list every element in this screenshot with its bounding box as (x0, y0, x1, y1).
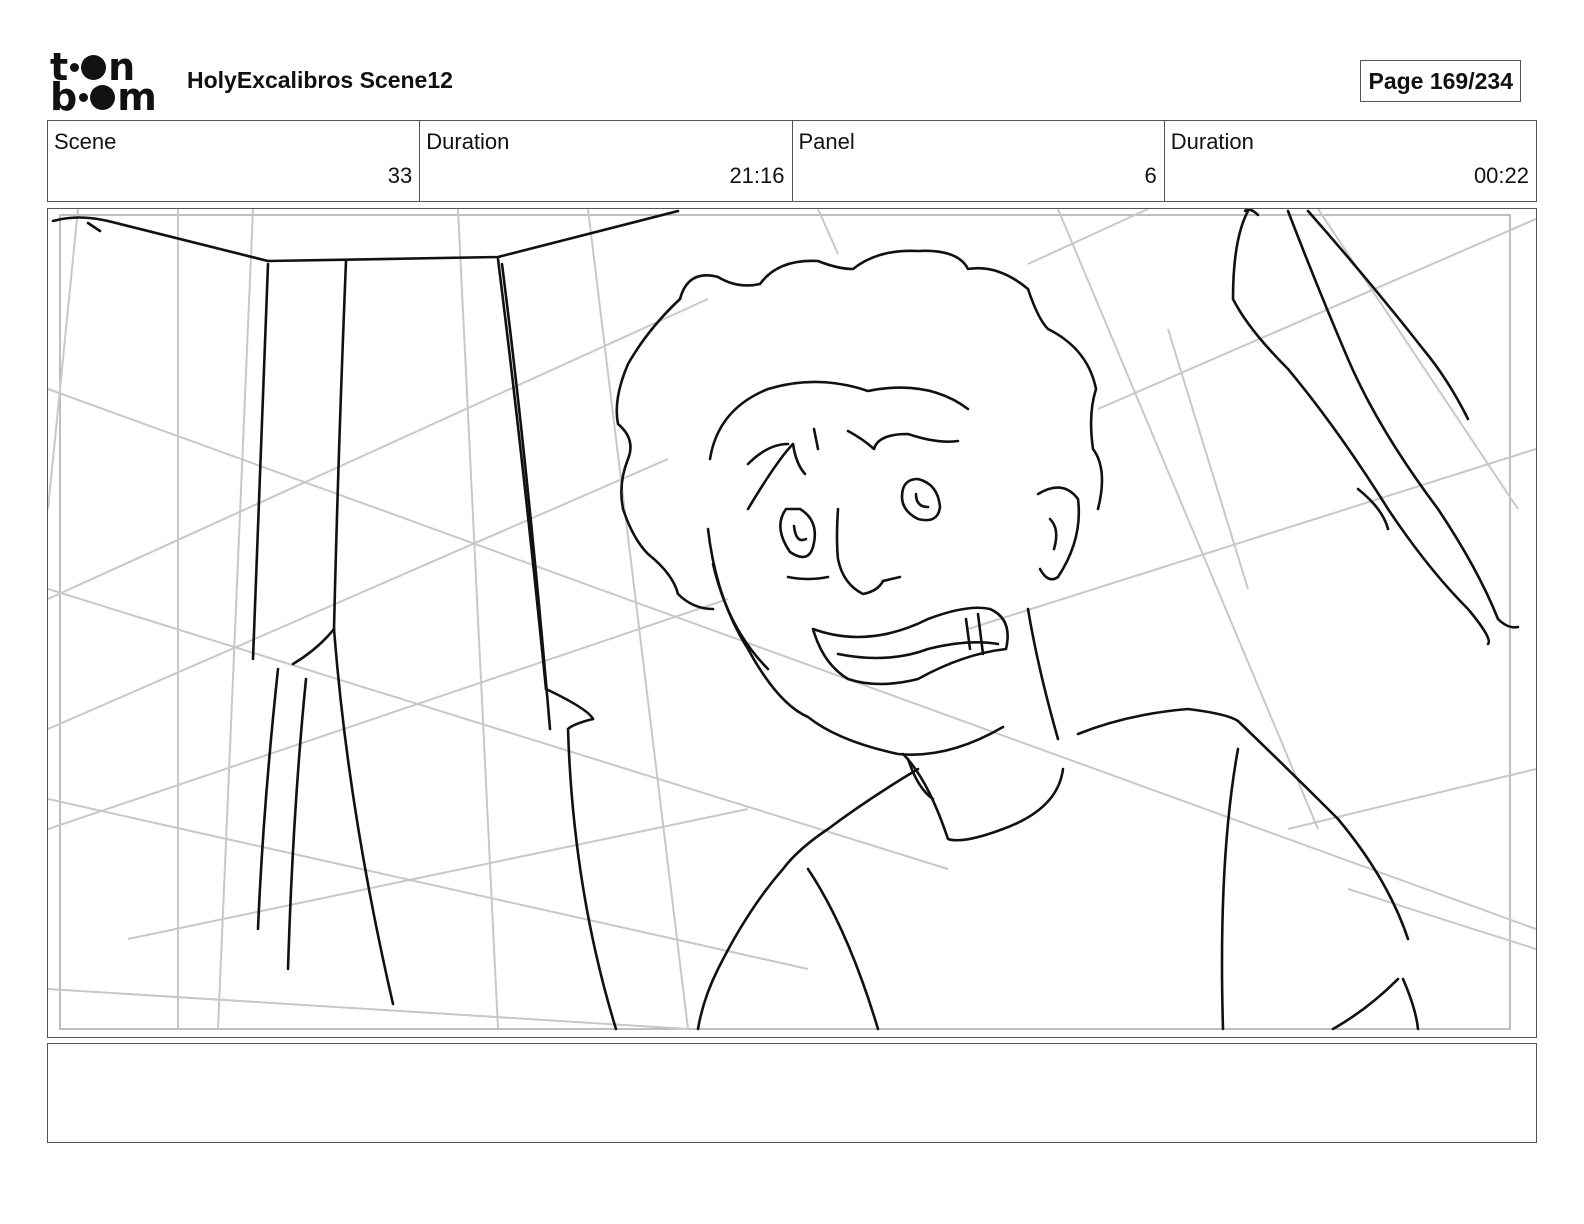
logo-dot-small (79, 92, 89, 102)
panel-cell: Panel 6 (793, 121, 1165, 201)
panel-notes (47, 1043, 1537, 1143)
panel-label: Panel (798, 129, 855, 154)
character-drawing (51, 209, 1520, 1031)
perspective-guides (48, 209, 1536, 1030)
scene-cell: Scene 33 (48, 121, 421, 201)
document-title: HolyExcalibros Scene12 (187, 67, 453, 93)
panel-value: 6 (1144, 163, 1157, 188)
logo-dot-small (70, 62, 80, 72)
scene-value: 33 (387, 163, 413, 188)
panel-duration-cell: Duration 00:22 (1165, 121, 1536, 201)
storyboard-sketch (48, 209, 1536, 1031)
page-indicator: Page 169/234 (1360, 60, 1521, 102)
storyboard-panel (47, 208, 1537, 1038)
logo-dot-large (81, 54, 107, 80)
scene-duration-label: Duration (426, 129, 510, 154)
panel-duration-label: Duration (1170, 129, 1254, 154)
scene-duration-cell: Duration 21:16 (420, 121, 793, 201)
logo-letter-b: b (50, 75, 78, 119)
logo-letter-m: m (117, 75, 157, 119)
toonboom-logo: t n b m (50, 48, 165, 119)
panel-info-table: Scene 33 Duration 21:16 Panel 6 Duration… (47, 120, 1537, 202)
scene-duration-value: 21:16 (729, 163, 785, 188)
logo-dot-large (90, 84, 116, 110)
scene-label: Scene (54, 129, 117, 154)
panel-duration-value: 00:22 (1473, 163, 1529, 188)
